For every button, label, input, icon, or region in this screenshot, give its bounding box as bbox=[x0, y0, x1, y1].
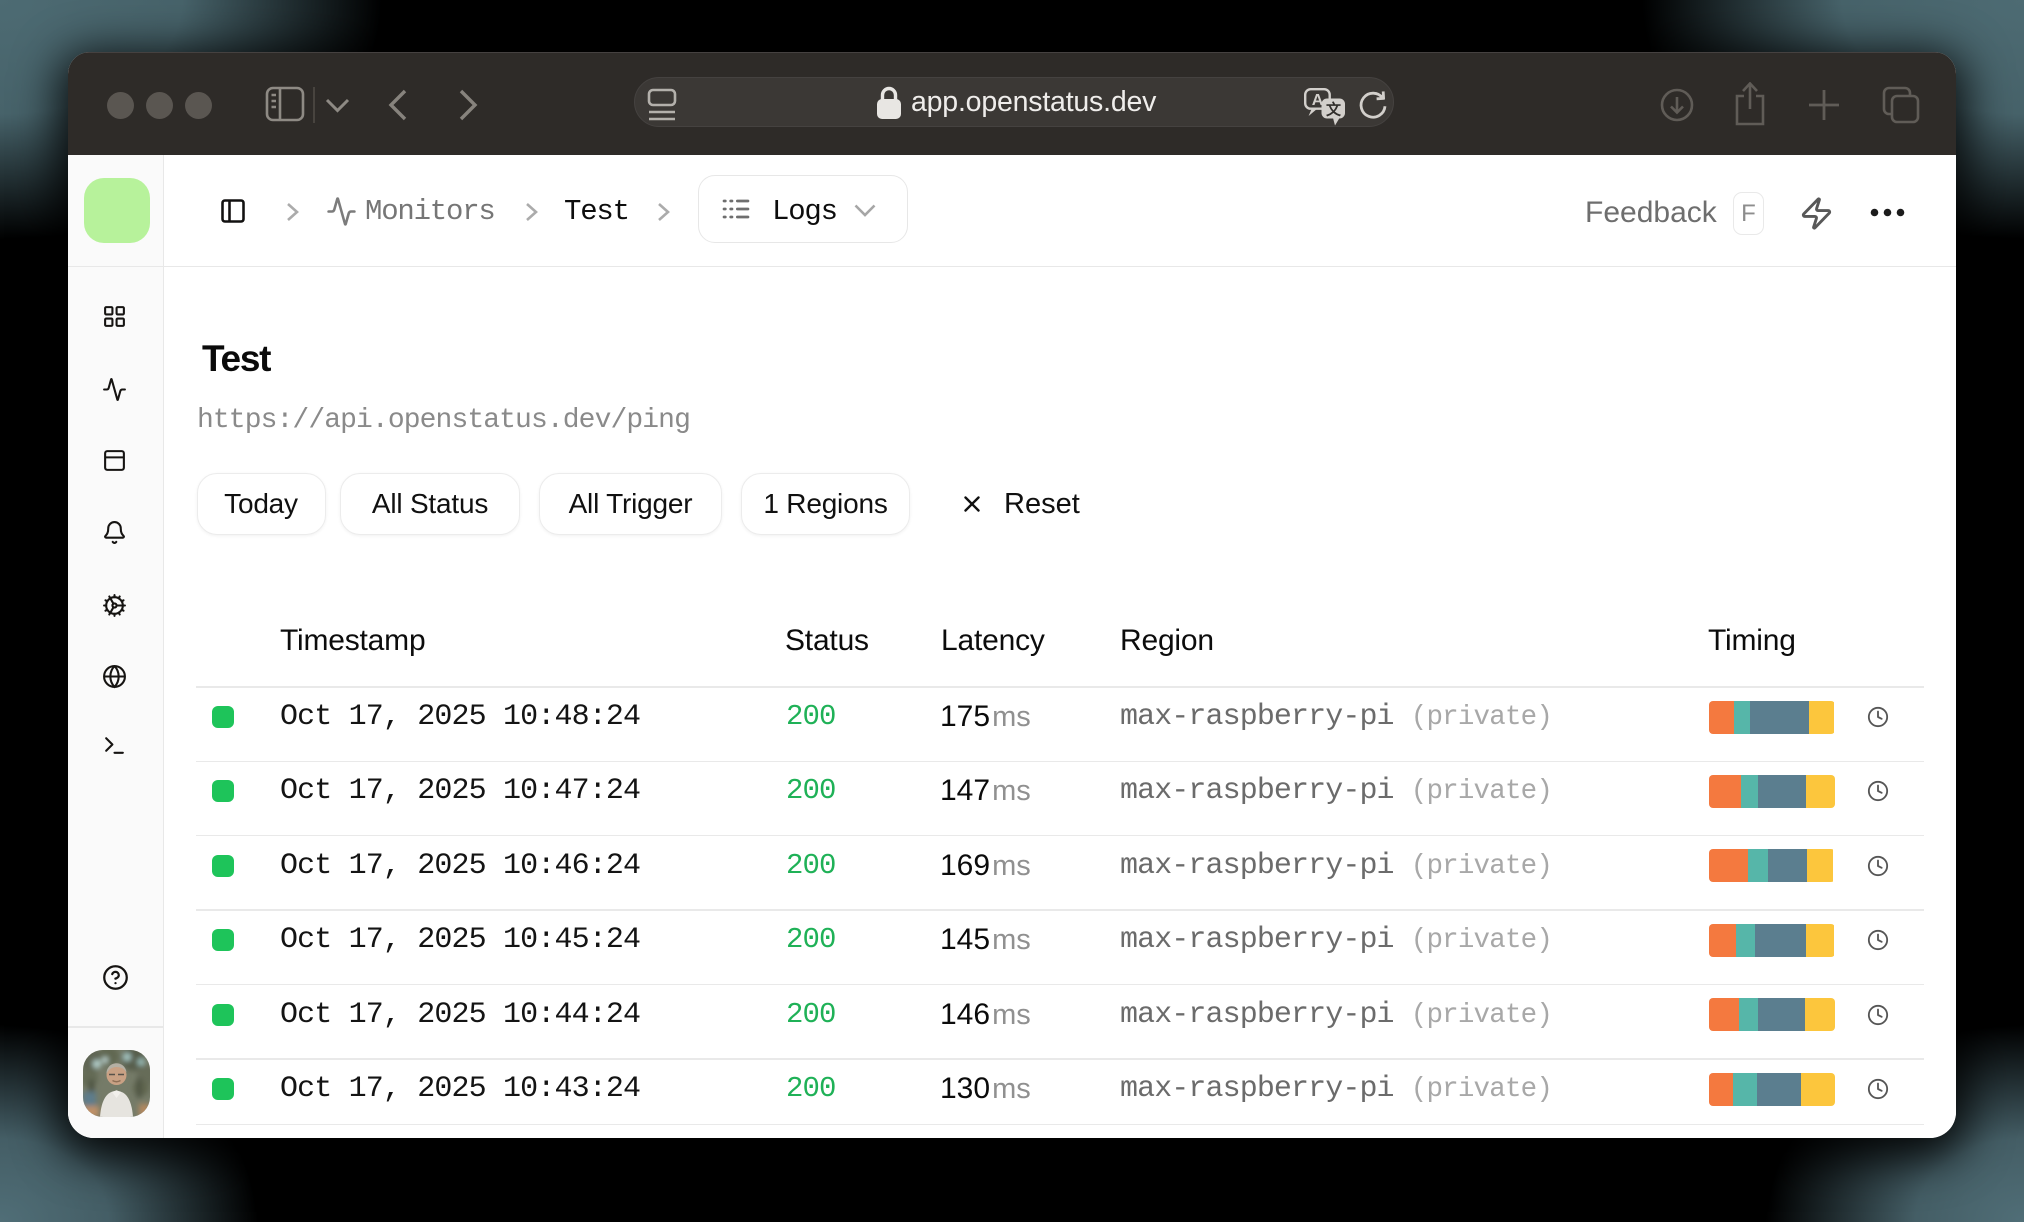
svg-text:文: 文 bbox=[1326, 101, 1342, 119]
